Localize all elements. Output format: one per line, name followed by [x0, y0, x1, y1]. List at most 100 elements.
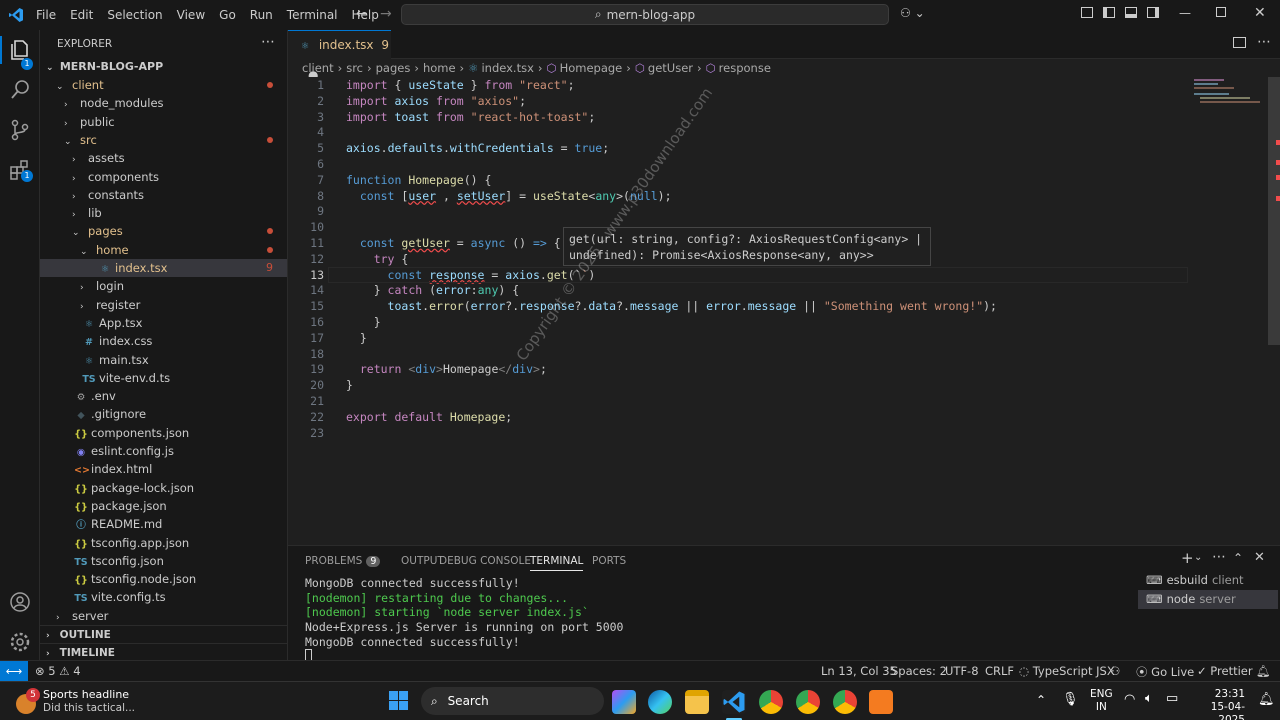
breadcrumb-item[interactable]: src [346, 61, 363, 75]
new-terminal-icon[interactable]: + [1181, 549, 1194, 567]
layout-customize-icon[interactable] [1081, 7, 1093, 18]
search-sidebar-icon[interactable] [8, 78, 32, 102]
breadcrumb-item[interactable]: client [302, 61, 334, 75]
editor-scrollbar[interactable] [1268, 77, 1280, 345]
chevron-down-icon[interactable]: ⌄ [1194, 552, 1202, 563]
file-vite-env-d-ts[interactable]: TS vite-env.d.ts [40, 369, 287, 387]
language-indicator[interactable]: ENG IN [1090, 688, 1113, 714]
maximize-panel-icon[interactable]: ⌃ [1233, 551, 1243, 565]
breadcrumb-item[interactable]: Homepage [560, 61, 623, 75]
tab-index-tsx[interactable]: ⚛ index.tsx 9 ● [288, 30, 391, 82]
windows-start-icon[interactable] [389, 691, 409, 711]
code-editor[interactable]: 1 import { useState } from "react"; 2 impor… [288, 77, 1280, 545]
speaker-icon[interactable]: 🔈︎ [1145, 691, 1153, 706]
go-live-button[interactable]: ⦿ Go Live [1136, 664, 1194, 680]
file--gitignore[interactable]: ◆ .gitignore [40, 405, 287, 423]
indentation[interactable]: Spaces: 2 [891, 664, 947, 678]
file-tsconfig-node-json[interactable]: {} tsconfig.node.json [40, 570, 287, 588]
tab-problems[interactable]: PROBLEMS 9 [305, 555, 381, 567]
file-components-json[interactable]: {} components.json [40, 424, 287, 442]
battery-icon[interactable]: ▭ [1166, 691, 1178, 706]
folder-login[interactable]: › login [40, 277, 287, 295]
tab-ports[interactable]: PORTS [592, 555, 626, 567]
news-subtitle[interactable]: Did this tactical... [43, 702, 135, 714]
remote-indicator-icon[interactable]: ⟷ [0, 661, 28, 682]
taskbar-search[interactable]: ⌕ Search [421, 687, 604, 715]
more-actions-icon[interactable]: ⋯ [261, 34, 275, 50]
language-mode[interactable]: ◌ TypeScript JSX [1019, 664, 1115, 678]
menu-item-file[interactable]: File [36, 8, 56, 22]
encoding[interactable]: UTF-8 [945, 664, 979, 678]
forward-arrow-icon[interactable]: → [380, 6, 392, 22]
command-center-search[interactable]: ⌕ mern-blog-app [401, 4, 889, 25]
folder-constants[interactable]: › constants [40, 186, 287, 204]
folder-server[interactable]: › server [40, 607, 287, 625]
file-index-html[interactable]: <>index.html [40, 460, 287, 478]
vscode-taskbar-icon[interactable] [722, 690, 746, 714]
toggle-sidebar-icon[interactable] [1103, 7, 1115, 18]
folder-src[interactable]: ⌄ src [40, 131, 287, 149]
panel-more-icon[interactable]: ⋯ [1212, 549, 1226, 565]
menu-item-run[interactable]: Run [250, 8, 273, 22]
source-control-icon[interactable] [8, 118, 32, 142]
menu-item-selection[interactable]: Selection [107, 8, 162, 22]
toggle-secondary-sidebar-icon[interactable] [1147, 7, 1159, 18]
restore-icon[interactable] [1216, 7, 1226, 17]
folder-home[interactable]: ⌄ home [40, 241, 287, 259]
settings-gear-icon[interactable] [8, 630, 32, 654]
menu-item-terminal[interactable]: Terminal [287, 8, 338, 22]
line-ending[interactable]: CRLF [985, 664, 1014, 678]
breadcrumb-item[interactable]: response [719, 61, 771, 75]
file-tsconfig-app-json[interactable]: {} tsconfig.app.json [40, 534, 287, 552]
menu-item-view[interactable]: View [177, 8, 205, 22]
file-app-tsx[interactable]: ⚛ App.tsx [40, 314, 287, 332]
breadcrumb-item[interactable]: pages [376, 61, 411, 75]
notification-center-icon[interactable]: 🔔︎ [1258, 692, 1275, 707]
file-explorer-icon[interactable] [685, 690, 709, 714]
notifications-bell-icon[interactable]: 🔔︎ [1256, 664, 1271, 678]
file-eslint-config-js[interactable]: ◉ eslint.config.js [40, 442, 287, 460]
chrome-icon[interactable] [759, 690, 783, 714]
file-readme-md[interactable]: ⓘ README.md [40, 515, 287, 533]
copilot-icon[interactable]: ⚇ ⌄ [900, 6, 925, 20]
file--env[interactable]: ⚙ .env [40, 387, 287, 405]
outline-section[interactable]: › OUTLINE [40, 625, 287, 643]
folder-pages[interactable]: ⌄ pages [40, 222, 287, 240]
tab-debug-console[interactable]: DEBUG CONSOLE [439, 555, 531, 567]
folder-lib[interactable]: › lib [40, 204, 287, 222]
chrome-profile-icon[interactable] [796, 690, 820, 714]
chrome-profile-2-icon[interactable] [833, 690, 857, 714]
minimize-icon[interactable]: — [1179, 6, 1191, 20]
close-panel-icon[interactable]: ✕ [1254, 550, 1265, 565]
editor-more-icon[interactable]: ⋯ [1257, 34, 1271, 50]
file-tsconfig-json[interactable]: TS tsconfig.json [40, 552, 287, 570]
file-package-json[interactable]: {} package.json [40, 497, 287, 515]
folder-components[interactable]: › components [40, 168, 287, 186]
back-arrow-icon[interactable]: ← [356, 6, 368, 22]
project-root[interactable]: ⌄ MERN-BLOG-APP [40, 58, 287, 76]
breadcrumb-item[interactable]: home [423, 61, 456, 75]
minimap[interactable] [1192, 77, 1266, 117]
terminal-instance-esbuild[interactable]: ⌨ esbuild client [1138, 571, 1278, 590]
tab-terminal[interactable]: TERMINAL [530, 555, 584, 571]
menu-item-go[interactable]: Go [219, 8, 236, 22]
problems-indicator[interactable]: ⊗ 5 ⚠ 4 [35, 664, 81, 678]
menu-item-edit[interactable]: Edit [70, 8, 93, 22]
breadcrumb-item[interactable]: index.tsx [481, 61, 533, 75]
terminal-instance-node[interactable]: ⌨ node server [1138, 590, 1278, 609]
toggle-panel-icon[interactable] [1125, 7, 1137, 18]
folder-node-modules[interactable]: › node_modules [40, 94, 287, 112]
microphone-icon[interactable]: 🎙︎ [1062, 692, 1079, 707]
show-hidden-icons-icon[interactable]: ⌃ [1036, 693, 1046, 707]
cursor-position[interactable]: Ln 13, Col 35 [821, 664, 897, 678]
folder-client[interactable]: ⌄ client [40, 76, 287, 94]
folder-register[interactable]: › register [40, 296, 287, 314]
prettier-button[interactable]: ✓ Prettier [1197, 664, 1253, 678]
split-editor-icon[interactable] [1233, 37, 1246, 48]
file-main-tsx[interactable]: ⚛ main.tsx [40, 351, 287, 369]
news-title[interactable]: Sports headline [43, 688, 129, 701]
account-icon[interactable] [8, 590, 32, 614]
close-icon[interactable]: ✕ [1254, 5, 1266, 21]
news-widget-icon[interactable]: 5 [16, 688, 40, 714]
copilot-app-icon[interactable] [612, 690, 636, 714]
